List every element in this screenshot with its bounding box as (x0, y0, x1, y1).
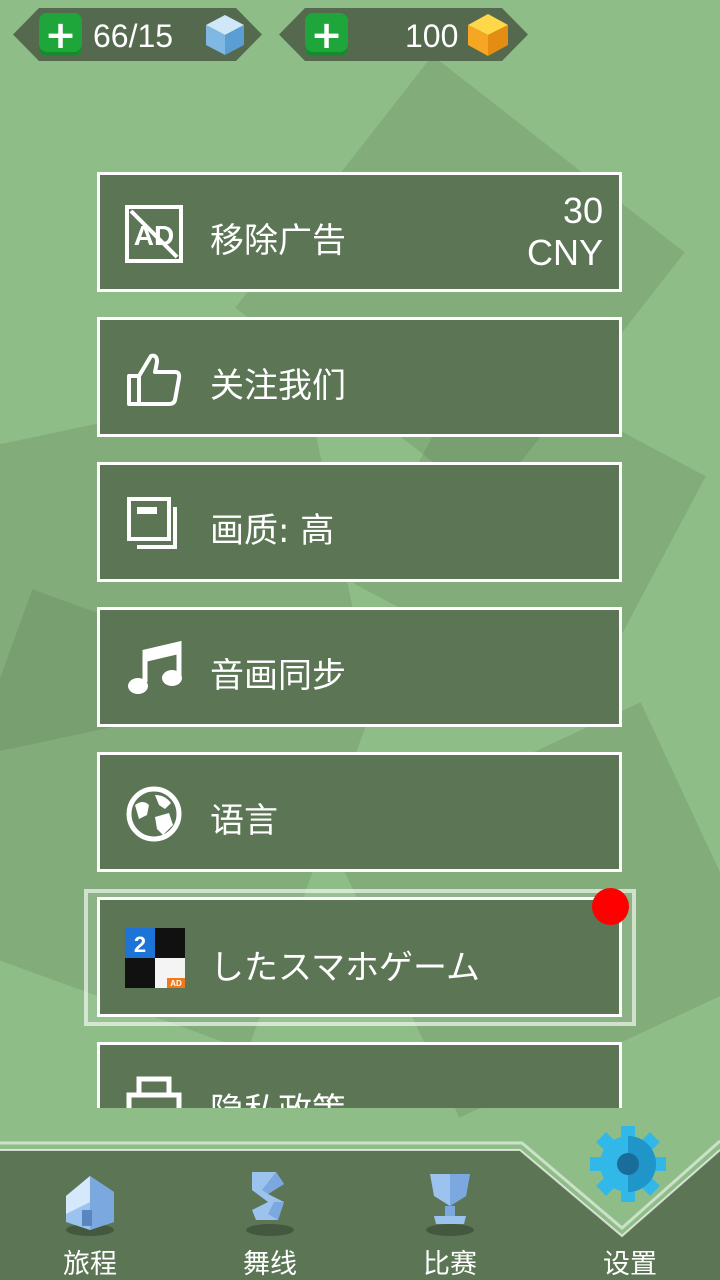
nav-dancing-line-label: 舞线 (243, 1249, 297, 1280)
gear-icon (590, 1126, 666, 1202)
privacy-policy-label: 隐私政策 (210, 1083, 346, 1108)
nav-dancing-line[interactable]: 舞线 (180, 1160, 360, 1280)
printer-icon (126, 1076, 182, 1108)
remove-ads-price: 30 CNY (527, 190, 603, 274)
no-ads-icon: AD (125, 205, 183, 263)
nav-competition-label: 比赛 (423, 1249, 477, 1280)
follow-us-button[interactable]: 关注我们 (97, 317, 622, 437)
house-icon (66, 1176, 114, 1236)
remove-ads-button[interactable]: AD 移除广告 30 CNY (97, 172, 622, 292)
nav-journey-label: 旅程 (63, 1249, 117, 1280)
price-amount: 30 (562, 190, 603, 231)
piano-tiles-2-ad-icon: 2 AD (125, 928, 185, 988)
promoted-game-label: したスマホゲーム (210, 948, 480, 988)
promoted-game-button[interactable]: 2 AD したスマホゲーム (97, 897, 622, 1017)
globe-icon (126, 786, 182, 842)
music-note-icon (128, 640, 182, 694)
language-label: 语言 (210, 801, 278, 841)
privacy-policy-button[interactable]: 隐私政策 (97, 1042, 622, 1108)
price-currency: CNY (526, 232, 603, 273)
nav-competition[interactable]: 比赛 (360, 1160, 540, 1280)
bottom-nav: 旅程 舞线 比赛 设置 (0, 1126, 720, 1280)
nav-journey[interactable]: 旅程 (0, 1160, 180, 1280)
settings-menu: AD 移除广告 30 CNY 关注我们 画质: 高 音画同步 (0, 0, 720, 1108)
trophy-icon (426, 1174, 474, 1236)
audio-sync-button[interactable]: 音画同步 (97, 607, 622, 727)
graphics-quality-button[interactable]: 画质: 高 (97, 462, 622, 582)
thumbs-up-icon (127, 353, 182, 406)
audio-sync-label: 音画同步 (210, 656, 346, 696)
picture-quality-icon (127, 497, 177, 549)
ad-badge: AD (170, 979, 182, 988)
follow-us-label: 关注我们 (210, 366, 346, 406)
nav-settings-label: 设置 (603, 1249, 657, 1280)
nav-settings[interactable]: 设置 (540, 1126, 720, 1280)
language-button[interactable]: 语言 (97, 752, 622, 872)
dancing-line-icon (246, 1172, 294, 1236)
graphics-quality-label: 画质: 高 (210, 511, 335, 551)
notification-dot (592, 888, 629, 925)
remove-ads-label: 移除广告 (210, 221, 346, 261)
app-number: 2 (134, 932, 146, 957)
